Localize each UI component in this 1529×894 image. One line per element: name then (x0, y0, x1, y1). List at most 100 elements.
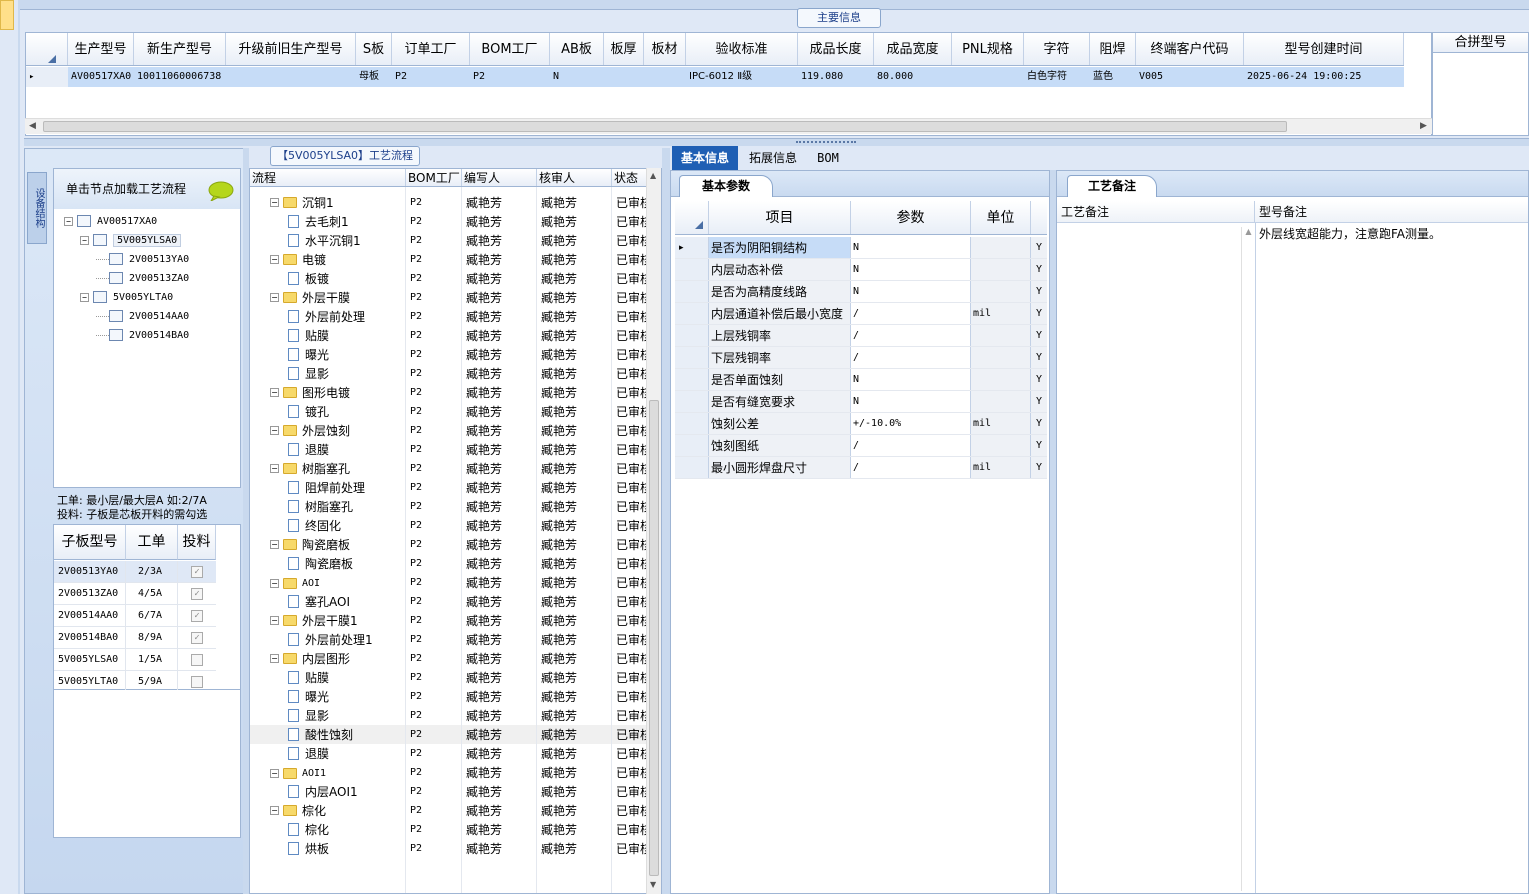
column-header[interactable]: 字符 (1024, 33, 1090, 65)
param-value[interactable]: N (851, 391, 971, 412)
flow-row[interactable]: 贴膜 P2 臧艳芳 臧艳芳 已审核 (250, 668, 650, 687)
column-header[interactable]: 成品宽度 (874, 33, 952, 65)
unchecked-checkbox-icon[interactable] (191, 676, 203, 688)
sub-board-row[interactable]: 2V00513YA0 2/3A ✓ (54, 561, 216, 583)
main-grid-cell[interactable]: 2025-06-24 19:00:25 (1244, 67, 1404, 87)
param-value[interactable]: / (851, 435, 971, 456)
main-grid-cell[interactable]: 蓝色 (1090, 67, 1136, 87)
param-value[interactable]: +/-10.0% (851, 413, 971, 434)
main-grid-cell[interactable]: IPC-6012 Ⅱ级 (686, 67, 798, 87)
row-selector[interactable] (675, 303, 709, 324)
row-selector[interactable] (675, 347, 709, 368)
main-grid-cell[interactable] (952, 67, 1024, 87)
tab-basic-info[interactable]: 基本信息 (672, 146, 738, 170)
tree-expand-icon[interactable]: − (64, 216, 73, 226)
scroll-left-icon[interactable]: ◀ (29, 122, 37, 131)
tree-expand-icon[interactable]: − (270, 198, 279, 207)
flow-row[interactable]: 显影 P2 臧艳芳 臧艳芳 已审核 (250, 706, 650, 725)
structure-vertical-tab[interactable]: 设备结构 (27, 172, 47, 244)
tree-expand-icon[interactable]: − (270, 768, 279, 778)
main-grid-cell[interactable]: 119.080 (798, 67, 874, 87)
flow-row[interactable]: 陶瓷磨板 P2 臧艳芳 臧艳芳 已审核 (250, 554, 650, 573)
column-header[interactable]: S板 (356, 33, 392, 65)
param-row[interactable]: 最小圆形焊盘尺寸 / mil Y (675, 457, 1047, 479)
checked-checkbox-icon[interactable]: ✓ (191, 588, 203, 600)
column-header[interactable]: BOM工厂 (470, 33, 550, 65)
flow-scroll-thumb[interactable] (649, 400, 659, 876)
param-column-header[interactable]: 参数 (851, 201, 971, 234)
scroll-right-icon[interactable]: ▶ (1420, 122, 1428, 131)
main-grid-cell[interactable]: AV00517XA0 (68, 67, 134, 87)
row-selector[interactable] (675, 369, 709, 390)
tree-expand-icon[interactable]: − (80, 292, 89, 302)
flow-row[interactable]: 退膜 P2 臧艳芳 臧艳芳 已审核 (250, 440, 650, 459)
tree-expand-icon[interactable]: − (270, 426, 279, 435)
main-grid-cell[interactable]: 80.000 (874, 67, 952, 87)
param-row[interactable]: ▸ 是否为阴阳铜结构 N Y (675, 237, 1047, 259)
tree-node[interactable]: − 5V005YLTA0 (80, 289, 173, 305)
checked-checkbox-icon[interactable]: ✓ (191, 632, 203, 644)
flow-row[interactable]: 酸性蚀刻 P2 臧艳芳 臧艳芳 已审核 (250, 725, 650, 744)
column-header[interactable]: 板厚 (604, 33, 644, 65)
tab-process-remark[interactable]: 工艺备注 (1067, 175, 1157, 197)
model-remark-text[interactable]: 外层线宽超能力，注意跑FA测量。 (1259, 226, 1524, 242)
flow-row[interactable]: 阻焊前处理 P2 臧艳芳 臧艳芳 已审核 (250, 478, 650, 497)
param-row[interactable]: 下层残铜率 / Y (675, 347, 1047, 369)
tab-extended-info[interactable]: 拓展信息 (740, 146, 806, 170)
flow-row[interactable]: 曝光 P2 臧艳芳 臧艳芳 已审核 (250, 687, 650, 706)
flow-row[interactable]: − 电镀 P2 臧艳芳 臧艳芳 已审核 (250, 250, 650, 269)
param-row[interactable]: 是否单面蚀刻 N Y (675, 369, 1047, 391)
column-header[interactable]: 板材 (644, 33, 686, 65)
param-row[interactable]: 上层残铜率 / Y (675, 325, 1047, 347)
flow-row[interactable]: 树脂塞孔 P2 臧艳芳 臧艳芳 已审核 (250, 497, 650, 516)
main-info-tab[interactable]: 主要信息 (797, 8, 881, 28)
tree-node[interactable]: − 5V005YLSA0 (80, 232, 182, 248)
row-selector[interactable] (675, 435, 709, 456)
flow-row[interactable]: 外层前处理 P2 臧艳芳 臧艳芳 已审核 (250, 307, 650, 326)
column-header[interactable]: 型号创建时间 (1244, 33, 1404, 65)
row-selector[interactable] (675, 457, 709, 478)
flow-row[interactable]: − 陶瓷磨板 P2 臧艳芳 臧艳芳 已审核 (250, 535, 650, 554)
flow-vscrollbar[interactable]: ▲ ▼ (646, 168, 661, 894)
flow-row[interactable]: − 外层蚀刻 P2 臧艳芳 臧艳芳 已审核 (250, 421, 650, 440)
main-grid-cell[interactable]: 10011060006738 (134, 67, 226, 87)
flow-row[interactable]: 内层AOI1 P2 臧艳芳 臧艳芳 已审核 (250, 782, 650, 801)
flow-row[interactable]: − 外层干膜 P2 臧艳芳 臧艳芳 已审核 (250, 288, 650, 307)
flow-row[interactable]: − AOI1 P2 臧艳芳 臧艳芳 已审核 (250, 763, 650, 782)
param-value[interactable]: / (851, 325, 971, 346)
param-row[interactable]: 内层通道补偿后最小宽度 / mil Y (675, 303, 1047, 325)
param-column-header[interactable]: 单位 (971, 201, 1031, 234)
param-value[interactable]: N (851, 369, 971, 390)
column-header[interactable]: 阻焊 (1090, 33, 1136, 65)
param-value[interactable]: N (851, 259, 971, 280)
sub-grid-column-header[interactable]: 子板型号 (54, 525, 126, 560)
flow-row[interactable]: − 内层图形 P2 臧艳芳 臧艳芳 已审核 (250, 649, 650, 668)
param-row[interactable]: 蚀刻图纸 / Y (675, 435, 1047, 457)
tree-expand-icon[interactable]: − (270, 464, 279, 473)
flow-row[interactable]: − 沉铜1 P2 臧艳芳 臧艳芳 已审核 (250, 193, 650, 212)
main-grid-cell[interactable]: P2 (392, 67, 470, 87)
column-header[interactable]: AB板 (550, 33, 604, 65)
main-grid-cell[interactable]: V005 (1136, 67, 1244, 87)
flow-row[interactable]: − 外层干膜1 P2 臧艳芳 臧艳芳 已审核 (250, 611, 650, 630)
param-row[interactable]: 是否为高精度线路 N Y (675, 281, 1047, 303)
tree-expand-icon[interactable]: − (270, 540, 279, 549)
checked-checkbox-icon[interactable]: ✓ (191, 610, 203, 622)
scroll-up-icon[interactable]: ▲ (650, 171, 656, 180)
main-grid-cell[interactable]: 母板 (356, 67, 392, 87)
tree-expand-icon[interactable]: − (270, 578, 279, 588)
process-flow-title[interactable]: 【5V005YLSA0】工艺流程 (270, 146, 420, 166)
main-grid-cell[interactable]: N (550, 67, 604, 87)
remark-inner-scroll[interactable]: ▲ (1241, 227, 1255, 891)
sub-board-row[interactable]: 5V005YLSA0 1/5A (54, 649, 216, 671)
flow-splitter[interactable] (662, 148, 670, 894)
row-selector[interactable] (675, 281, 709, 302)
flow-row[interactable]: 终固化 P2 臧艳芳 臧艳芳 已审核 (250, 516, 650, 535)
flow-row[interactable]: − 树脂塞孔 P2 臧艳芳 臧艳芳 已审核 (250, 459, 650, 478)
unchecked-checkbox-icon[interactable] (191, 654, 203, 666)
main-grid-hscrollbar[interactable]: ◀ ▶ (25, 118, 1432, 134)
flow-row[interactable]: 塞孔AOI P2 臧艳芳 臧艳芳 已审核 (250, 592, 650, 611)
param-value[interactable]: / (851, 347, 971, 368)
main-grid-cell[interactable] (226, 67, 356, 87)
scroll-thumb[interactable] (43, 121, 1287, 132)
